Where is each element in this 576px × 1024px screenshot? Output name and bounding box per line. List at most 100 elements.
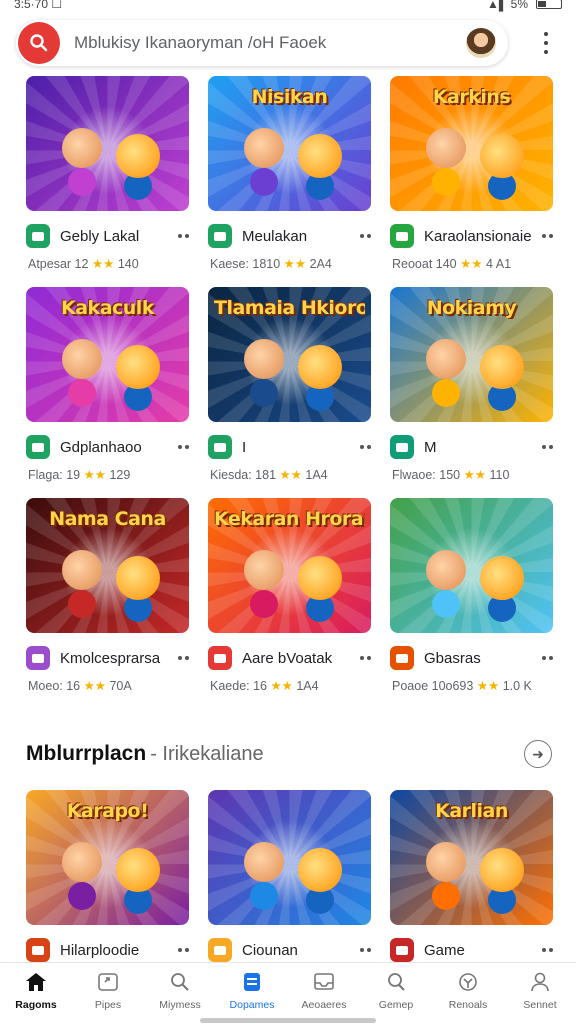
nav-item-apps[interactable]: Pipes — [72, 963, 144, 1024]
app-thumbnail[interactable] — [208, 790, 371, 925]
more-options-icon[interactable] — [171, 656, 189, 660]
app-thumbnail[interactable]: Kakaculk — [26, 287, 189, 422]
nav-label: Dopames — [229, 999, 275, 1011]
app-info-row[interactable]: M — [390, 434, 553, 460]
more-options-icon[interactable] — [353, 445, 371, 449]
app-thumbnail[interactable]: Nama Cana — [26, 498, 189, 633]
section-header: Mblurrplacn - Irikekaliane ➜ — [26, 738, 552, 770]
search-icon — [168, 971, 192, 993]
thumbnail-title: Nisikan — [251, 86, 328, 108]
character-figure — [244, 842, 284, 882]
app-card[interactable]: Gebly Lakal Atpesar 12 ★★ 140 — [26, 76, 189, 287]
app-thumbnail[interactable] — [390, 498, 553, 633]
status-icons: ▲▌ 5% — [487, 0, 562, 11]
meta-left: Kaese: 1810 — [210, 257, 281, 271]
more-options-icon[interactable] — [353, 948, 371, 952]
nav-item-search[interactable]: Miymess — [144, 963, 216, 1024]
star-icon: ★★ — [267, 679, 297, 693]
app-info-row[interactable]: I — [208, 434, 371, 460]
app-card[interactable]: Nokiamy M Flwaoe: 150 ★★ 110 — [390, 287, 553, 498]
more-options-icon[interactable] — [535, 445, 553, 449]
app-thumbnail[interactable]: Nisikan — [208, 76, 371, 211]
character-figure — [298, 134, 342, 178]
nav-item-account[interactable]: Sennet — [504, 963, 576, 1024]
app-meta: Kaese: 1810 ★★ 2A4 — [210, 256, 332, 271]
app-icon — [26, 435, 50, 459]
thumbnail-art — [208, 790, 371, 925]
avatar[interactable] — [466, 28, 496, 58]
app-thumbnail[interactable]: Tlamaia Hkiorosok — [208, 287, 371, 422]
more-options-icon[interactable] — [542, 32, 550, 54]
app-info-row[interactable]: Kmolcesprarsa — [26, 645, 189, 671]
app-icon — [208, 435, 232, 459]
app-name: I — [242, 438, 247, 456]
app-info-row[interactable]: Gbasras — [390, 645, 553, 671]
more-options-icon[interactable] — [535, 234, 553, 238]
app-name: Ciounan — [242, 941, 298, 959]
apps-icon — [96, 971, 120, 993]
app-info-row[interactable]: Game — [390, 937, 553, 963]
app-meta: Atpesar 12 ★★ 140 — [28, 256, 139, 271]
app-icon — [26, 224, 50, 248]
search-bar[interactable]: Mblukisy Ikanaoryman /oH Faoek — [16, 20, 508, 66]
search-icon[interactable] — [18, 22, 60, 64]
meta-right: 2A4 — [309, 257, 332, 271]
more-options-icon[interactable] — [171, 445, 189, 449]
nav-item-home[interactable]: Ragoms — [0, 963, 72, 1024]
character-figure — [298, 556, 342, 600]
nav-label: Aeoaeres — [301, 999, 347, 1011]
app-icon — [26, 646, 50, 670]
app-card[interactable]: Kakaculk Gdplanhaoo Flaga: 19 ★★ 129 — [26, 287, 189, 498]
nav-item-inbox[interactable]: Aeoaeres — [288, 963, 360, 1024]
nav-item-share[interactable]: Renoals — [432, 963, 504, 1024]
meta-left: Flwaoe: 150 — [392, 468, 461, 482]
app-meta: Moeo: 16 ★★ 70A — [28, 678, 132, 693]
app-info-row[interactable]: Hilarploodie — [26, 937, 189, 963]
nav-item-person-search[interactable]: Gemep — [360, 963, 432, 1024]
app-thumbnail[interactable]: Karapo! — [26, 790, 189, 925]
app-name: Gdplanhaoo — [60, 438, 142, 456]
app-card[interactable]: Tlamaia Hkiorosok I Kiesda: 181 ★★ 1A4 — [208, 287, 371, 498]
arrow-right-icon[interactable]: ➜ — [524, 740, 552, 768]
star-icon: ★★ — [276, 468, 306, 482]
app-info-row[interactable]: Ciounan — [208, 937, 371, 963]
thumbnail-title: Nama Cana — [49, 508, 166, 530]
thumbnail-title: Kekaran Hrorarluo — [214, 508, 365, 530]
more-options-icon[interactable] — [353, 234, 371, 238]
nav-label: Miymess — [159, 999, 201, 1011]
more-options-icon[interactable] — [535, 948, 553, 952]
nav-item-library[interactable]: Dopames — [216, 963, 288, 1024]
app-card[interactable]: Kekaran Hrorarluo Aare bVoatak Kaede: 16 ★… — [208, 498, 371, 709]
more-options-icon[interactable] — [535, 656, 553, 660]
app-info-row[interactable]: Meulakan — [208, 223, 371, 249]
app-card[interactable]: Nama Cana Kmolcesprarsa Moeo: 16 ★★ 70A — [26, 498, 189, 709]
app-info-row[interactable]: Aare bVoatak — [208, 645, 371, 671]
app-info-row[interactable]: Gebly Lakal — [26, 223, 189, 249]
app-thumbnail[interactable] — [26, 76, 189, 211]
meta-right: 140 — [117, 257, 139, 271]
app-name: Gebly Lakal — [60, 227, 140, 245]
app-info-row[interactable]: Karaolansionaie — [390, 223, 553, 249]
more-options-icon[interactable] — [353, 656, 371, 660]
app-card[interactable]: Gbasras Poaoe 10o693 ★★ 1.0 K — [390, 498, 553, 709]
star-icon: ★★ — [473, 679, 503, 693]
app-name: Gbasras — [424, 649, 481, 667]
app-icon — [208, 938, 232, 962]
library-icon — [240, 971, 264, 993]
nav-label: Ragoms — [15, 999, 57, 1011]
more-options-icon[interactable] — [171, 234, 189, 238]
app-thumbnail[interactable]: Kekaran Hrorarluo — [208, 498, 371, 633]
app-thumbnail[interactable]: Karlian — [390, 790, 553, 925]
search-input[interactable]: Mblukisy Ikanaoryman /oH Faoek — [74, 33, 466, 53]
character-figure — [62, 128, 102, 168]
thumbnail-title: Nokiamy — [426, 297, 517, 319]
app-thumbnail[interactable]: Karkins — [390, 76, 553, 211]
meta-right: 1A4 — [305, 468, 328, 482]
nav-label: Pipes — [94, 999, 122, 1011]
app-info-row[interactable]: Gdplanhaoo — [26, 434, 189, 460]
app-thumbnail[interactable]: Nokiamy — [390, 287, 553, 422]
more-options-icon[interactable] — [171, 948, 189, 952]
app-card[interactable]: Nisikan Meulakan Kaese: 1810 ★★ 2A4 — [208, 76, 371, 287]
status-time: 3:5·70 ☐ — [14, 0, 63, 11]
app-card[interactable]: Karkins Karaolansionaie Reooat 140 ★★ 4 A1 — [390, 76, 553, 287]
